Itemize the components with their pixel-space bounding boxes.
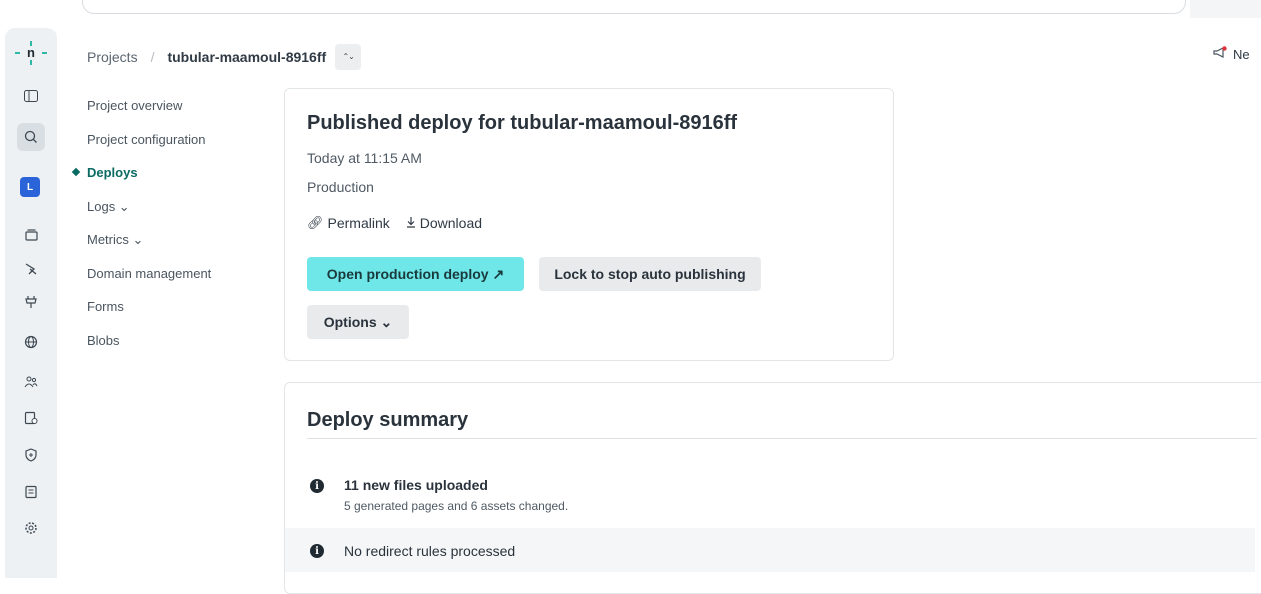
deploy-summary-title: Deploy summary <box>307 409 469 431</box>
download-link[interactable]: Download <box>406 215 482 231</box>
info-icon: i <box>310 544 324 558</box>
sidebar-item-forms[interactable]: Forms <box>73 297 273 331</box>
svg-text:n: n <box>27 45 35 60</box>
project-switcher-button[interactable]: ⌃⌄ <box>335 44 362 70</box>
top-right-area <box>1190 0 1261 18</box>
active-indicator-icon <box>71 167 81 177</box>
top-strip <box>0 0 1261 18</box>
published-deploy-card: Published deploy for tubular-maamoul-891… <box>284 88 894 361</box>
deploy-time: Today at 11:15 AM <box>307 150 422 166</box>
chevron-up-down-icon: ⌃⌄ <box>342 52 354 61</box>
sidebar-item-deploys[interactable]: Deploys <box>71 163 273 197</box>
summary-divider <box>307 438 1257 439</box>
summary-item-heading: No redirect rules processed <box>344 543 516 559</box>
sidebar-item-domain-management[interactable]: Domain management <box>73 264 273 298</box>
options-button[interactable]: Options ⌄ <box>307 305 409 339</box>
sidebar-item-logs[interactable]: Logs ⌄ <box>73 197 273 231</box>
top-search-bar[interactable] <box>82 0 1186 14</box>
info-icon: i <box>310 479 324 493</box>
summary-item-heading: 11 new files uploaded <box>344 477 488 493</box>
download-icon <box>406 215 416 231</box>
summary-item-detail: 5 generated pages and 6 assets changed. <box>344 499 569 513</box>
deploy-title: Published deploy for tubular-maamoul-891… <box>307 112 738 134</box>
docs-icon[interactable] <box>19 480 43 504</box>
team-avatar[interactable]: L <box>20 177 40 197</box>
connectors-icon[interactable] <box>19 290 43 314</box>
permalink-link[interactable]: 🔗︎ Permalink <box>307 215 390 231</box>
megaphone-icon <box>1213 46 1227 62</box>
sidebar-item-deploys-label: Deploys <box>87 165 138 180</box>
open-production-deploy-button[interactable]: Open production deploy ↗ <box>307 257 524 291</box>
deploy-links: 🔗︎ Permalink Download <box>307 215 482 231</box>
summary-item[interactable]: i No redirect rules processed <box>285 528 1255 572</box>
billing-icon[interactable] <box>19 406 43 430</box>
sidebar-item-blobs[interactable]: Blobs <box>73 331 273 365</box>
members-icon[interactable] <box>19 370 43 394</box>
deploy-context: Production <box>307 179 374 195</box>
summary-item[interactable]: i 11 new files uploaded 5 generated page… <box>285 469 1255 513</box>
breadcrumb-site-name[interactable]: tubular-maamoul-8916ff <box>167 49 326 65</box>
sidebar-toggle-icon[interactable] <box>19 84 43 108</box>
sidebar-item-metrics[interactable]: Metrics ⌄ <box>73 230 273 264</box>
breadcrumb-separator: / <box>150 49 155 65</box>
permalink-label: Permalink <box>327 215 390 231</box>
lock-auto-publishing-button[interactable]: Lock to stop auto publishing <box>539 257 761 291</box>
news-label: Ne <box>1233 46 1250 62</box>
link-icon: 🔗︎ <box>307 215 324 230</box>
deploy-summary-card: Deploy summary i 11 new files uploaded 5… <box>284 382 1261 594</box>
sidebar-item-project-configuration[interactable]: Project configuration <box>73 130 273 164</box>
search-icon[interactable] <box>17 123 45 151</box>
breadcrumb-projects-link[interactable]: Projects <box>87 49 138 65</box>
domains-icon[interactable] <box>19 330 43 354</box>
site-navigation: Project overview Project configuration D… <box>71 96 273 365</box>
breadcrumb: Projects / tubular-maamoul-8916ff ⌃⌄ <box>87 44 362 70</box>
builds-icon[interactable] <box>19 257 43 281</box>
security-icon[interactable] <box>19 443 43 467</box>
icon-rail: n L <box>5 28 57 578</box>
news-button[interactable]: Ne <box>1213 46 1250 62</box>
netlify-logo-icon[interactable]: n <box>12 40 50 66</box>
settings-icon[interactable] <box>19 516 43 540</box>
projects-icon[interactable] <box>19 222 43 246</box>
sidebar-item-project-overview[interactable]: Project overview <box>73 96 273 130</box>
download-label: Download <box>419 215 483 231</box>
